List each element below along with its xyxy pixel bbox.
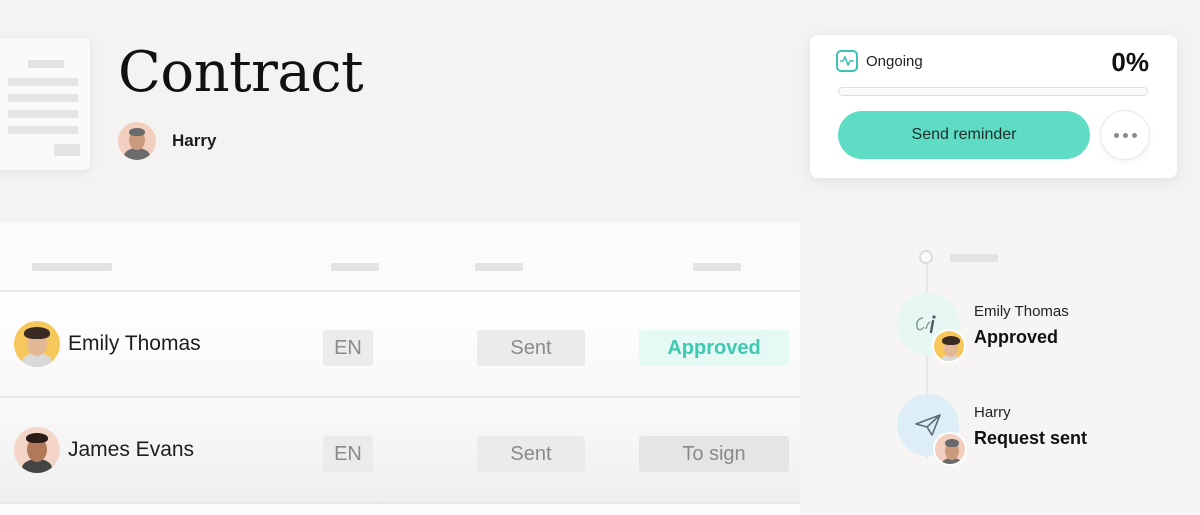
timeline-event-action: Request sent	[974, 428, 1088, 448]
table-row[interactable]: James Evans EN Sent To sign	[0, 398, 800, 502]
signer: Emily Thomas	[14, 321, 201, 367]
activity-timeline: Emily Thomas Approved Harry Request sent	[800, 222, 1200, 515]
status-badge: To sign	[639, 436, 789, 472]
delivery-badge: Sent	[477, 330, 585, 366]
signers-table: Emily Thomas EN Sent Approved James Evan…	[0, 222, 800, 515]
document-owner: Harry	[118, 122, 216, 160]
delivery-badge: Sent	[477, 436, 585, 472]
timeline-event-name: Harry	[974, 404, 1011, 421]
pulse-icon	[836, 50, 858, 72]
table-row[interactable]: Emily Thomas EN Sent Approved	[0, 292, 800, 396]
row-divider	[0, 502, 800, 504]
page-title: Contract	[118, 40, 364, 105]
status-label: Ongoing	[866, 52, 923, 70]
signer: James Evans	[14, 427, 194, 473]
status-badge: Approved	[639, 330, 789, 366]
document-thumbnail[interactable]	[0, 38, 90, 170]
send-reminder-button[interactable]: Send reminder	[838, 111, 1090, 159]
timeline-event: Emily Thomas Approved	[974, 303, 1069, 348]
owner-avatar	[118, 122, 156, 160]
timeline-avatar	[933, 432, 967, 466]
column-header-name	[32, 263, 112, 271]
timeline-avatar	[932, 329, 966, 363]
timeline-start-dot	[919, 250, 933, 264]
column-header-status	[693, 263, 741, 271]
status-card: Ongoing 0% Send reminder	[810, 35, 1177, 178]
column-header-language	[331, 263, 379, 271]
progress-bar	[838, 87, 1148, 96]
timeline-event-action: Approved	[974, 327, 1059, 347]
signer-name: Emily Thomas	[68, 332, 201, 355]
signer-avatar	[14, 427, 60, 473]
signer-avatar	[14, 321, 60, 367]
language-badge: EN	[323, 330, 373, 366]
signer-name: James Evans	[68, 438, 195, 461]
language-badge: EN	[323, 436, 373, 472]
column-header-delivery	[475, 263, 523, 271]
timeline-event: Harry Request sent	[974, 404, 1087, 449]
owner-name: Harry	[172, 131, 217, 150]
more-options-button[interactable]	[1100, 110, 1150, 160]
progress-percent: 0%	[1111, 47, 1149, 77]
status-row: Ongoing	[836, 50, 923, 72]
timeline-header	[950, 254, 998, 262]
timeline-event-name: Emily Thomas	[974, 303, 1069, 320]
